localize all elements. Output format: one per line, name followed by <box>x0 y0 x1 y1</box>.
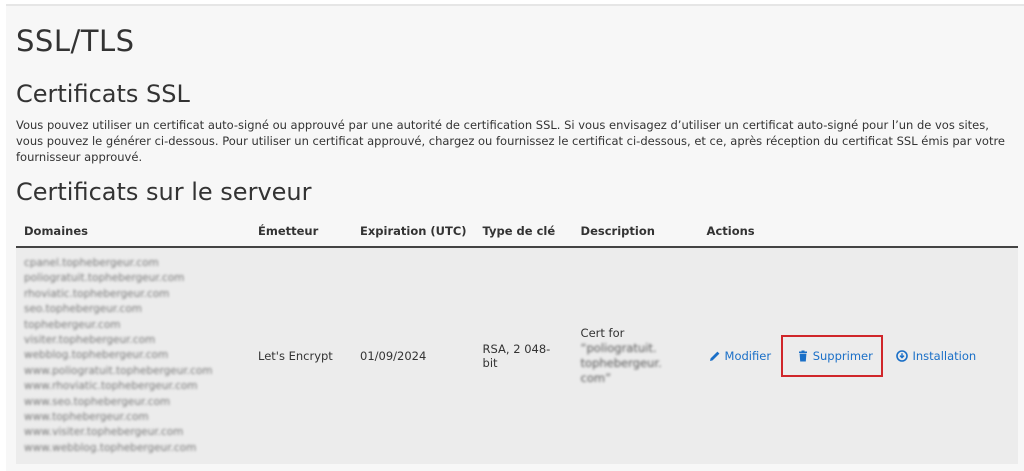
domain-item: www.seo.tophebergeur.com <box>24 395 171 408</box>
cell-issuer: Let's Encrypt <box>250 247 352 465</box>
description-domain-2: tophebergeur. <box>580 356 662 371</box>
section-title: Certificats SSL <box>16 80 190 108</box>
page: SSL/TLS Certificats SSL Vous pouvez util… <box>6 4 1024 471</box>
intro-text: Vous pouvez utiliser un certificat auto-… <box>16 118 1006 164</box>
delete-button[interactable]: Supprimer <box>797 349 873 363</box>
header-description[interactable]: Description <box>572 216 699 248</box>
circle-arrow-icon <box>896 350 909 362</box>
pencil-icon <box>709 350 721 362</box>
header-domains[interactable]: Domaines <box>16 216 250 248</box>
description-prefix: Cert for <box>580 326 625 341</box>
header-key-type[interactable]: Type de clé <box>474 216 573 248</box>
install-button[interactable]: Installation <box>896 349 976 363</box>
cell-actions: Modifier Supprimer Installation <box>698 247 1018 465</box>
delete-highlight: Supprimer <box>780 335 883 378</box>
domain-item: cpanel.tophebergeur.com <box>24 257 159 269</box>
domain-item: www.webblog.tophebergeur.com <box>24 441 197 454</box>
domain-item: webblog.tophebergeur.com <box>24 349 169 362</box>
table-header-row: Domaines Émetteur Expiration (UTC) Type … <box>16 216 1018 248</box>
domain-item: poliogratuit.tophebergeur.com <box>24 272 185 285</box>
server-certificates-title: Certificats sur le serveur <box>16 178 312 206</box>
domain-list: cpanel.tophebergeur.com poliogratuit.toph… <box>24 256 242 456</box>
domain-item: www.tophebergeur.com <box>24 411 149 424</box>
cell-domains: cpanel.tophebergeur.com poliogratuit.toph… <box>16 247 250 465</box>
header-actions: Actions <box>698 216 1018 248</box>
certificates-table: Domaines Émetteur Expiration (UTC) Type … <box>16 216 1018 465</box>
cell-description: Cert for “poliogratuit. tophebergeur. co… <box>572 247 699 465</box>
cell-key-type: RSA, 2 048-bit <box>474 247 573 465</box>
domain-item: www.visiter.tophebergeur.com <box>24 426 184 439</box>
header-expiration[interactable]: Expiration (UTC) <box>352 216 475 248</box>
cell-expiration: 01/09/2024 <box>352 247 475 465</box>
page-title: SSL/TLS <box>16 24 135 58</box>
domain-item: tophebergeur.com <box>24 318 121 331</box>
domain-item: rhoviatic.tophebergeur.com <box>24 287 170 300</box>
edit-label: Modifier <box>724 349 772 364</box>
domain-item: visiter.tophebergeur.com <box>24 334 156 347</box>
domain-item: seo.tophebergeur.com <box>24 303 142 316</box>
edit-button[interactable]: Modifier <box>709 349 772 364</box>
table-row: cpanel.tophebergeur.com poliogratuit.toph… <box>16 247 1018 465</box>
description-domain: “poliogratuit. <box>580 341 657 356</box>
description-domain-3: com” <box>580 371 612 386</box>
domain-item: www.rhoviatic.tophebergeur.com <box>24 380 198 393</box>
install-label: Installation <box>912 349 977 364</box>
header-issuer[interactable]: Émetteur <box>250 216 352 248</box>
trash-icon <box>797 350 809 362</box>
domain-item: www.poliogratuit.tophebergeur.com <box>24 364 213 377</box>
delete-label: Supprimer <box>812 349 873 364</box>
